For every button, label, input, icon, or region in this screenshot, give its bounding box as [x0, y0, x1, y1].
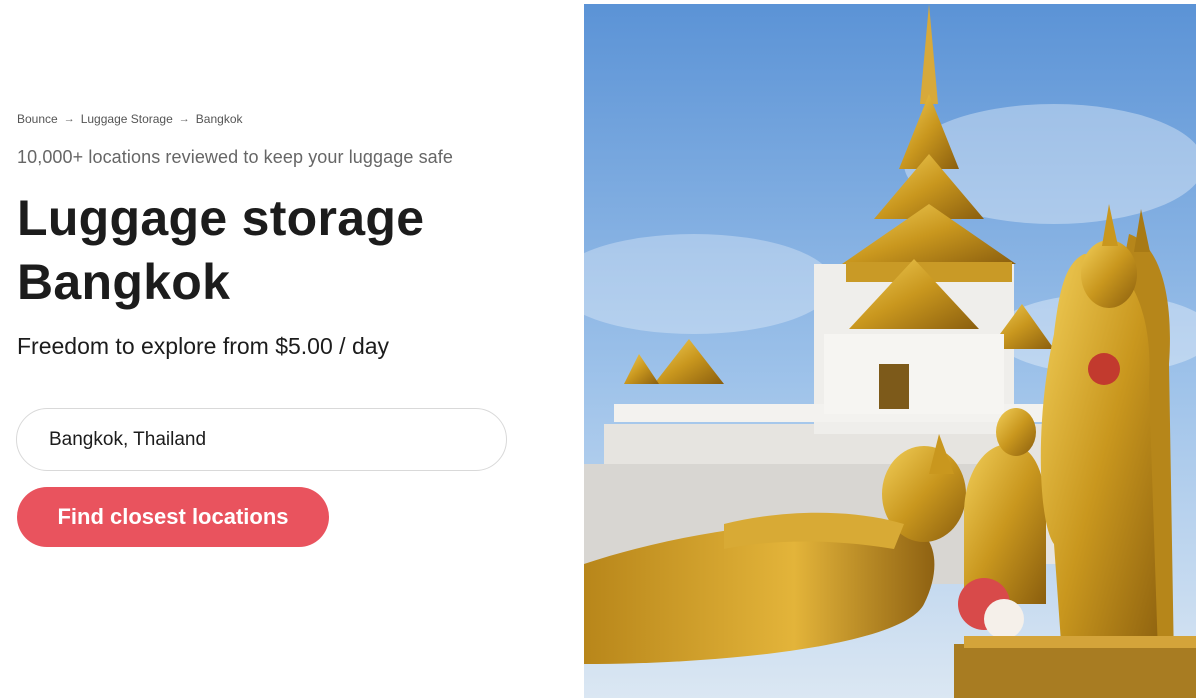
page-title: Luggage storage Bangkok [17, 186, 557, 314]
seated-buddha-small-head [996, 408, 1036, 456]
breadcrumb-arrow-icon: → [63, 113, 75, 125]
hero-image [584, 4, 1196, 698]
breadcrumb-link-luggage-storage[interactable]: Luggage Storage [81, 112, 173, 126]
breadcrumb-link-bounce[interactable]: Bounce [17, 112, 58, 126]
breadcrumb: Bounce → Luggage Storage → Bangkok [17, 112, 243, 126]
hero-content: Bounce → Luggage Storage → Bangkok 10,00… [0, 0, 584, 698]
temple-doorway [879, 364, 909, 409]
temple-columns [824, 334, 1004, 414]
pedestal [954, 644, 1196, 698]
page-title-line-2: Bangkok [17, 254, 231, 310]
flower-garland [984, 599, 1024, 639]
breadcrumb-link-bangkok[interactable]: Bangkok [196, 112, 243, 126]
standing-buddha-head [1081, 240, 1137, 308]
location-search-input[interactable] [49, 428, 506, 451]
page-title-line-1: Luggage storage [17, 190, 425, 246]
pedestal-top [964, 636, 1196, 648]
find-closest-locations-button[interactable]: Find closest locations [17, 487, 329, 547]
breadcrumb-arrow-icon: → [178, 113, 190, 125]
tagline: 10,000+ locations reviewed to keep your … [17, 147, 453, 167]
price-subtitle: Freedom to explore from $5.00 / day [17, 333, 390, 359]
location-search-field[interactable] [16, 408, 507, 471]
flower-garland [1088, 353, 1120, 385]
